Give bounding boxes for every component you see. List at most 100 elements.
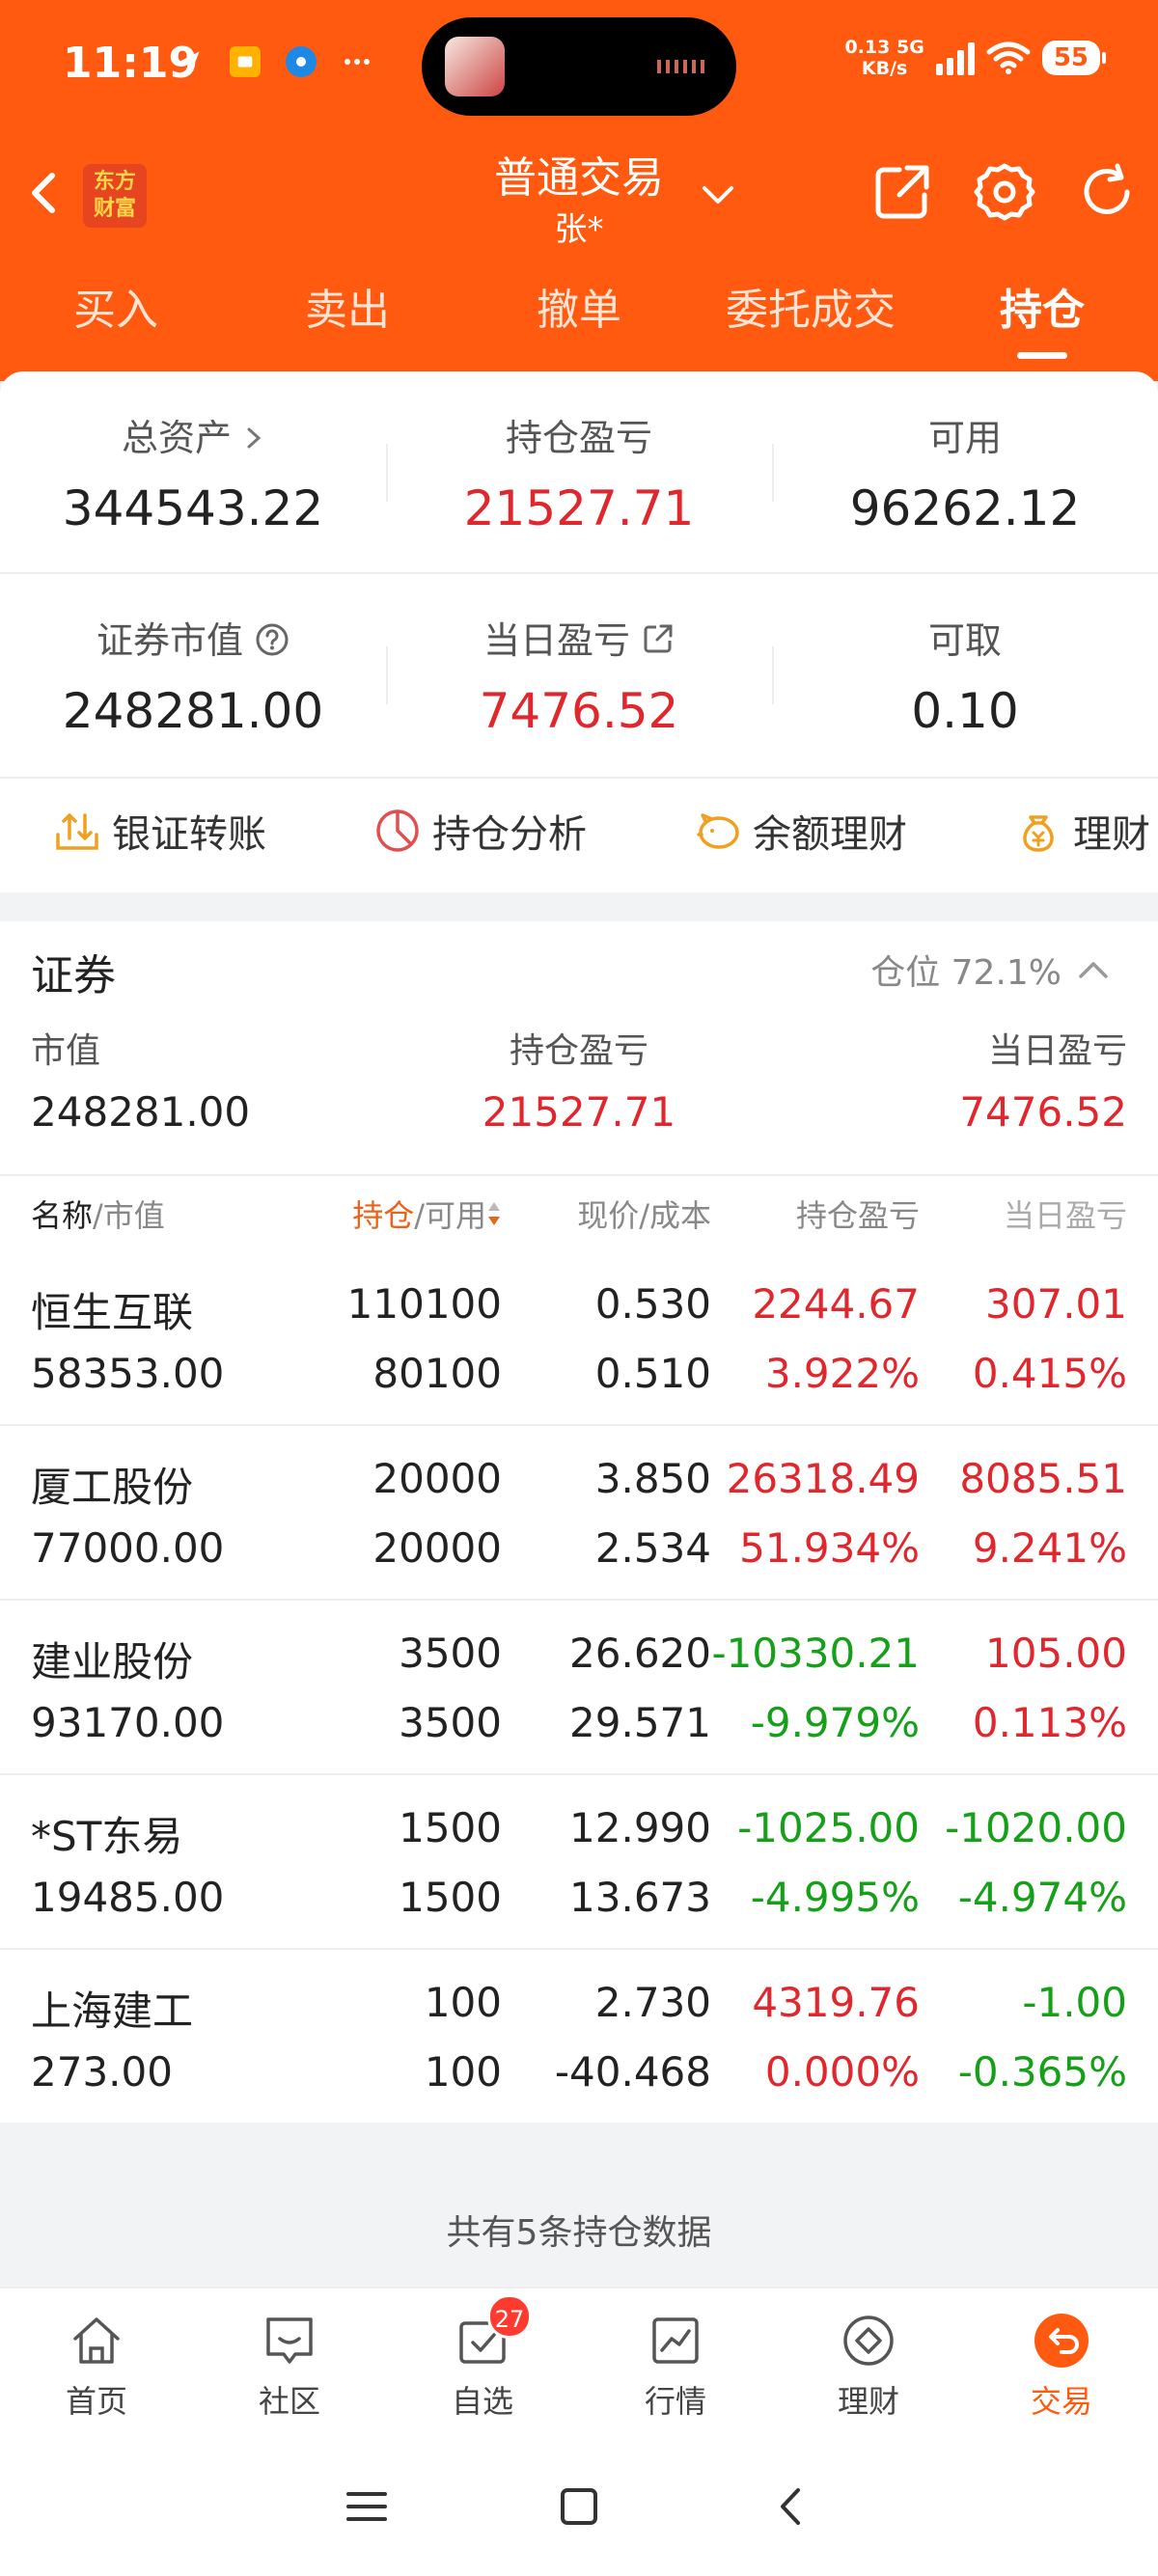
stock-daily-pl: 105.00 (985, 1630, 1127, 1677)
table-row[interactable]: 厦工股份 77000.00 20000 20000 3.850 2.534 26… (0, 1426, 1158, 1601)
stock-name: 建业股份 (31, 1638, 194, 1685)
col-qty-sort[interactable]: 持仓/可用 (352, 1192, 502, 1236)
stock-price: 12.990 (569, 1804, 711, 1851)
piggy-bank-icon (697, 813, 739, 849)
stock-market-value: 58353.00 (31, 1350, 225, 1397)
stock-daily-pl: 8085.51 (959, 1455, 1127, 1502)
withdrawable: 可取 0.10 (772, 574, 1158, 777)
col-name-label: 名称 (31, 1197, 94, 1234)
sort-icon (488, 1202, 500, 1225)
eastmoney-logo: 东方 财富 (83, 164, 147, 228)
table-row[interactable]: 上海建工 273.00 100 100 2.730 -40.468 4319.7… (0, 1950, 1158, 2124)
tool-position-analysis[interactable]: 持仓分析 (372, 803, 587, 859)
position-ratio: 仓位 72.1% (870, 953, 1062, 993)
available-funds: 可用 96262.12 (772, 371, 1158, 574)
money-bag-icon (1023, 815, 1054, 852)
table-row[interactable]: 建业股份 93170.00 3500 3500 26.620 29.571 -1… (0, 1601, 1158, 1775)
table-row[interactable]: 恒生互联 58353.00 110100 80100 0.530 0.510 2… (0, 1251, 1158, 1426)
nav-trade[interactable]: 交易 (965, 2288, 1158, 2436)
tab-buy[interactable]: 买入 (0, 272, 232, 349)
col-daily-pl[interactable]: 当日盈亏 (1004, 1192, 1127, 1236)
home-icon (73, 2317, 120, 2364)
external-link-icon[interactable] (642, 622, 675, 655)
stock-available: 1500 (399, 1874, 502, 1921)
trade-tabs: 买入 卖出 撤单 委托成交 持仓 (0, 272, 1158, 359)
tool-balance-wealth[interactable]: 余额理财 (693, 803, 907, 859)
back-arrow-icon[interactable] (19, 164, 68, 222)
pie-analysis-icon (376, 809, 419, 852)
holdings-column-header: 名称/市值 持仓/可用 现价/成本 持仓盈亏 当日盈亏 (0, 1174, 1158, 1251)
home-square-icon[interactable] (555, 2482, 603, 2531)
tab-sell[interactable]: 卖出 (232, 272, 463, 349)
available-label: 可用 (927, 417, 1002, 459)
nav-label: 自选 (451, 2383, 513, 2420)
stock-daily-pl: -1020.00 (945, 1804, 1127, 1851)
tab-cancel[interactable]: 撤单 (463, 272, 695, 349)
withdrawable-label: 可取 (927, 619, 1002, 662)
col-name-sub: /市值 (93, 1197, 165, 1234)
stock-market-value: 19485.00 (31, 1874, 225, 1921)
stock-available: 3500 (399, 1699, 502, 1746)
stock-market-value: 93170.00 (31, 1699, 225, 1746)
stock-quantity: 110100 (346, 1280, 502, 1328)
position-pl: 持仓盈亏 21527.71 (386, 371, 772, 574)
stock-price: 0.530 (594, 1280, 711, 1328)
stock-daily-pl-pct: -4.974% (957, 1874, 1127, 1921)
stock-quantity: 1500 (399, 1804, 502, 1851)
dynamic-island[interactable] (422, 17, 736, 116)
holdings-daily-pl: 当日盈亏 7476.52 (959, 1023, 1127, 1136)
nav-wealth[interactable]: 理财 (772, 2288, 965, 2436)
refresh-icon[interactable] (1075, 160, 1139, 224)
transfer-icon (56, 813, 98, 850)
system-back-icon[interactable] (767, 2482, 815, 2531)
table-row[interactable]: *ST东易 19485.00 1500 1500 12.990 13.673 -… (0, 1775, 1158, 1950)
holdings-count-note: 共有5条持仓数据 (446, 2213, 712, 2253)
chevron-down-icon[interactable] (697, 174, 739, 216)
stock-daily-pl: -1.00 (1022, 1979, 1127, 2026)
daily-pl-label: 当日盈亏 (482, 619, 630, 662)
help-icon[interactable] (255, 622, 290, 657)
logo-text-top: 东方 (93, 170, 136, 194)
available-value: 96262.12 (849, 480, 1081, 536)
nav-label: 理财 (837, 2383, 899, 2420)
status-right: 0.13 5G KB/s 55 (844, 37, 1107, 79)
battery-icon: 55 (1041, 41, 1107, 75)
stock-daily-pl-pct: -0.365% (957, 2048, 1127, 2096)
tool-label: 理财 (1073, 812, 1150, 857)
stock-quantity: 100 (424, 1979, 502, 2026)
tool-wealth[interactable]: 理财 (1013, 803, 1150, 859)
summary-row-1: 总资产 344543.22 持仓盈亏 21527.71 可用 96262.12 (0, 371, 1158, 574)
nav-community[interactable]: 社区 (193, 2288, 386, 2436)
stock-position-pl-pct: -9.979% (750, 1699, 920, 1746)
col-price[interactable]: 现价/成本 (577, 1192, 711, 1236)
tool-label: 持仓分析 (432, 812, 587, 857)
total-assets[interactable]: 总资产 344543.22 (0, 371, 386, 574)
col-name[interactable]: 名称/市值 (31, 1192, 165, 1236)
stock-daily-pl-pct: 0.415% (972, 1350, 1127, 1397)
nav-actions (870, 160, 1139, 224)
daily-pl-value: 7476.52 (479, 683, 679, 739)
nav-home[interactable]: 首页 (0, 2288, 193, 2436)
tool-label: 银证转账 (112, 812, 266, 857)
community-icon (266, 2317, 313, 2364)
position-ratio-toggle[interactable]: 仓位 72.1% (870, 945, 1110, 995)
stock-name: 上海建工 (31, 1987, 194, 2035)
stock-position-pl: 26318.49 (726, 1455, 920, 1502)
stock-position-pl: -10330.21 (711, 1630, 920, 1677)
menu-icon[interactable] (343, 2482, 391, 2531)
nav-market[interactable]: 行情 (579, 2288, 772, 2436)
stock-market-value: 77000.00 (31, 1524, 225, 1572)
col-position-pl[interactable]: 持仓盈亏 (796, 1192, 920, 1236)
stock-daily-pl-pct: 0.113% (972, 1699, 1127, 1746)
holdings-section: 证券 仓位 72.1% 市值 248281.00 持仓盈亏 21527.71 当… (0, 921, 1158, 2123)
tab-orders[interactable]: 委托成交 (695, 272, 926, 349)
nav-watchlist[interactable]: 27 自选 (386, 2288, 579, 2436)
gear-icon[interactable] (973, 160, 1036, 224)
audio-wave-icon (657, 60, 707, 73)
tool-bank-transfer[interactable]: 银证转账 (52, 803, 266, 859)
share-icon[interactable] (870, 160, 934, 224)
tab-holdings[interactable]: 持仓 (926, 272, 1158, 359)
stock-cost: 0.510 (594, 1350, 711, 1397)
logo-text-bottom: 财富 (93, 197, 136, 221)
daily-pl[interactable]: 当日盈亏 7476.52 (386, 574, 772, 777)
